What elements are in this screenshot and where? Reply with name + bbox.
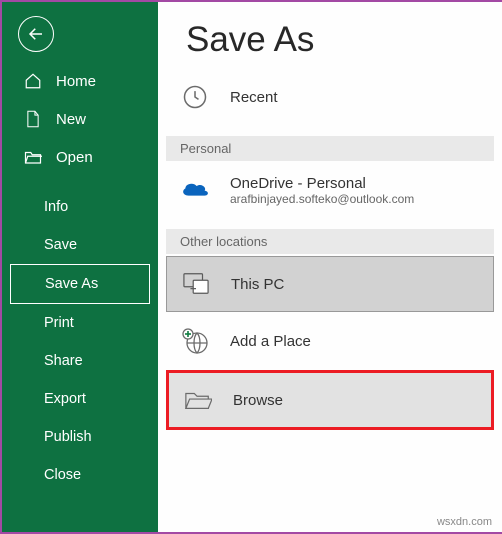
nav-publish[interactable]: Publish	[2, 418, 158, 456]
nav-publish-label: Publish	[44, 429, 92, 445]
nav-save-as-label: Save As	[45, 276, 98, 292]
nav-close-label: Close	[44, 467, 81, 483]
nav-open[interactable]: Open	[2, 138, 158, 176]
nav-share-label: Share	[44, 353, 83, 369]
main-panel: Save As Recent Personal OneDrive - Perso…	[158, 2, 502, 532]
onedrive-email: arafbinjayed.softeko@outlook.com	[230, 192, 414, 206]
section-personal: Personal	[166, 136, 494, 161]
nav-save-label: Save	[44, 237, 77, 253]
nav-save[interactable]: Save	[2, 226, 158, 264]
folder-open-icon	[24, 148, 42, 166]
nav-home-label: Home	[56, 73, 96, 90]
onedrive-name: OneDrive - Personal	[230, 175, 414, 192]
location-browse[interactable]: Browse	[166, 370, 494, 430]
onedrive-text: OneDrive - Personal arafbinjayed.softeko…	[230, 175, 414, 206]
location-recent-label: Recent	[230, 89, 278, 106]
document-new-icon	[24, 110, 42, 128]
onedrive-icon	[178, 173, 212, 207]
location-recent[interactable]: Recent	[166, 70, 494, 124]
location-onedrive[interactable]: OneDrive - Personal arafbinjayed.softeko…	[166, 163, 494, 217]
backstage-sidebar: Home New Open Info Save Save As Print Sh…	[2, 2, 158, 532]
clock-icon	[178, 80, 212, 114]
nav-print[interactable]: Print	[2, 304, 158, 342]
location-browse-label: Browse	[233, 392, 283, 409]
page-title: Save As	[158, 2, 502, 62]
nav-print-label: Print	[44, 315, 74, 331]
add-place-icon	[178, 324, 212, 358]
location-this-pc-label: This PC	[231, 276, 284, 293]
nav-save-as[interactable]: Save As	[10, 264, 150, 304]
back-button[interactable]	[18, 16, 54, 52]
location-add-place-label: Add a Place	[230, 333, 311, 350]
watermark: wsxdn.com	[437, 516, 492, 528]
nav-new-label: New	[56, 111, 86, 128]
section-other: Other locations	[166, 229, 494, 254]
nav-home[interactable]: Home	[2, 62, 158, 100]
nav-export[interactable]: Export	[2, 380, 158, 418]
home-icon	[24, 72, 42, 90]
nav-export-label: Export	[44, 391, 86, 407]
this-pc-icon	[179, 267, 213, 301]
nav-info-label: Info	[44, 199, 68, 215]
nav-info[interactable]: Info	[2, 188, 158, 226]
nav-share[interactable]: Share	[2, 342, 158, 380]
arrow-left-icon	[27, 25, 45, 43]
nav-close[interactable]: Close	[2, 456, 158, 494]
location-add-place[interactable]: Add a Place	[166, 314, 494, 368]
folder-browse-icon	[181, 383, 215, 417]
nav-new[interactable]: New	[2, 100, 158, 138]
location-this-pc[interactable]: This PC	[166, 256, 494, 312]
nav-open-label: Open	[56, 149, 93, 166]
